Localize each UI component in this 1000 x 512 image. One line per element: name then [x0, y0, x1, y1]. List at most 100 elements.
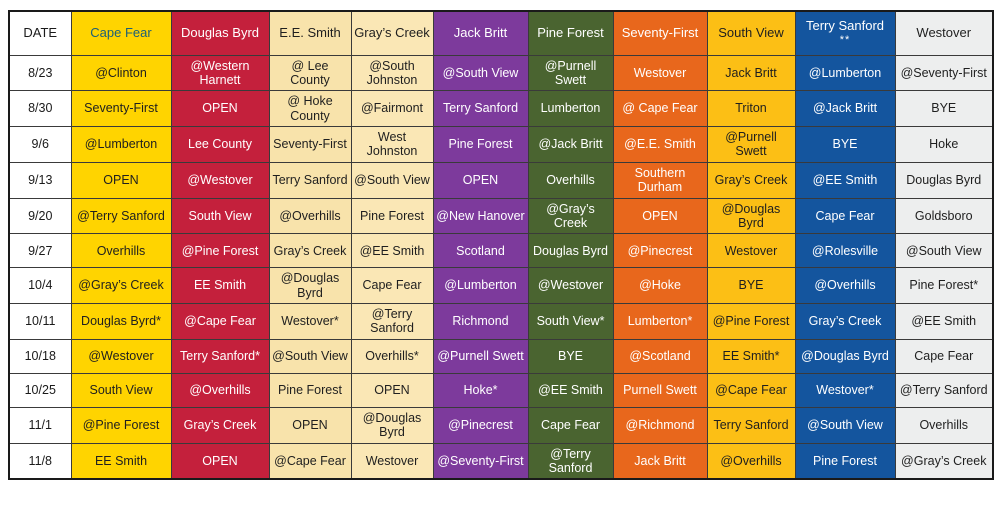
matchup-cell-jackbritt: Richmond [432, 303, 529, 340]
date-cell: 8/23 [8, 54, 72, 92]
matchup-cell-southview: EE Smith* [706, 338, 796, 374]
column-header-grays: Gray’s Creek [350, 10, 434, 56]
matchup-cell-pine: @Jack Britt [527, 126, 614, 163]
matchup-cell-grays: Westover [350, 442, 434, 480]
matchup-cell-seventy: Purnell Swett [612, 372, 708, 408]
matchup-cell-douglas: OPEN [170, 442, 270, 480]
column-header-label: Gray’s Creek [354, 24, 430, 40]
matchup-cell-jackbritt: @South View [432, 54, 529, 92]
date-cell: 9/20 [8, 197, 72, 235]
matchup-cell-douglas: Gray’s Creek [170, 406, 270, 444]
matchup-cell-westover: Goldsboro [894, 197, 994, 235]
matchup-cell-eesmith: @ Hoke County [268, 90, 352, 127]
matchup-cell-westover: @Seventy-First [894, 54, 994, 92]
matchup-cell-eesmith: Terry Sanford [268, 161, 352, 199]
matchup-cell-jackbritt: Hoke* [432, 372, 529, 408]
matchup-cell-southview: @Purnell Swett [706, 126, 796, 163]
column-header-label: South View [718, 24, 784, 40]
table-header-row: DATE Cape Fear Douglas Byrd E.E. Smith Gray’… [8, 10, 994, 56]
date-cell: 8/30 [8, 90, 72, 127]
matchup-cell-southview: @Overhills [706, 442, 796, 480]
matchup-cell-pine: Douglas Byrd [527, 233, 614, 269]
matchup-cell-capefear: Douglas Byrd* [70, 303, 172, 340]
matchup-cell-jackbritt: @Lumberton [432, 267, 529, 304]
matchup-cell-grays: @South Johnston [350, 54, 434, 92]
matchup-cell-westover: @EE Smith [894, 303, 994, 340]
matchup-cell-westover: @Terry Sanford [894, 372, 994, 408]
matchup-cell-southview: Terry Sanford [706, 406, 796, 444]
table-row: 9/27 Overhills @Pine Forest Gray’s Creek @EE… [8, 233, 994, 269]
matchup-cell-westover: Pine Forest* [894, 267, 994, 304]
matchup-cell-douglas: @Western Harnett [170, 54, 270, 92]
matchup-cell-seventy: @Scotland [612, 338, 708, 374]
matchup-cell-grays: @Fairmont [350, 90, 434, 127]
column-header-terry: Terry Sanford ** [794, 10, 896, 56]
column-header-southview: South View [706, 10, 796, 56]
matchup-cell-capefear: @Gray’s Creek [70, 267, 172, 304]
matchup-cell-douglas: Lee County [170, 126, 270, 163]
matchup-cell-pine: @Purnell Swett [527, 54, 614, 92]
matchup-cell-douglas: OPEN [170, 90, 270, 127]
matchup-cell-southview: Westover [706, 233, 796, 269]
matchup-cell-jackbritt: Terry Sanford [432, 90, 529, 127]
matchup-cell-grays: @Douglas Byrd [350, 406, 434, 444]
matchup-cell-pine: Cape Fear [527, 406, 614, 444]
column-header-pine: Pine Forest [527, 10, 614, 56]
table-row: 10/11 Douglas Byrd* @Cape Fear Westover* @Te… [8, 303, 994, 340]
matchup-cell-eesmith: Westover* [268, 303, 352, 340]
matchup-cell-terry: BYE [794, 126, 896, 163]
column-header-seventy: Seventy-First [612, 10, 708, 56]
matchup-cell-capefear: OPEN [70, 161, 172, 199]
column-header-label: Jack Britt [453, 24, 508, 40]
matchup-cell-terry: Pine Forest [794, 442, 896, 480]
matchup-cell-jackbritt: Pine Forest [432, 126, 529, 163]
matchup-cell-terry: @Overhills [794, 267, 896, 304]
column-header-jackbritt: Jack Britt [432, 10, 529, 56]
table-row: 8/23 @Clinton @Western Harnett @ Lee County… [8, 54, 994, 92]
matchup-cell-eesmith: Gray’s Creek [268, 233, 352, 269]
matchup-cell-jackbritt: Scotland [432, 233, 529, 269]
matchup-cell-capefear: @Westover [70, 338, 172, 374]
matchup-cell-eesmith: @Douglas Byrd [268, 267, 352, 304]
matchup-cell-grays: Overhills* [350, 338, 434, 374]
matchup-cell-eesmith: Seventy-First [268, 126, 352, 163]
matchup-cell-capefear: EE Smith [70, 442, 172, 480]
matchup-cell-westover: @Gray’s Creek [894, 442, 994, 480]
column-header-date: DATE [8, 10, 72, 56]
matchup-cell-pine: Lumberton [527, 90, 614, 127]
matchup-cell-douglas: EE Smith [170, 267, 270, 304]
table-row: 10/18 @Westover Terry Sanford* @South View O… [8, 338, 994, 374]
date-cell: 11/8 [8, 442, 72, 480]
schedule-body: DATE Cape Fear Douglas Byrd E.E. Smith Gray’… [8, 10, 994, 480]
matchup-cell-capefear: Seventy-First [70, 90, 172, 127]
column-header-label: DATE [23, 24, 58, 40]
matchup-cell-southview: Triton [706, 90, 796, 127]
matchup-cell-douglas: @Overhills [170, 372, 270, 408]
matchup-cell-grays: Pine Forest [350, 197, 434, 235]
table-row: 10/4 @Gray’s Creek EE Smith @Douglas Byrd Ca… [8, 267, 994, 304]
matchup-cell-southview: @Cape Fear [706, 372, 796, 408]
matchup-cell-grays: OPEN [350, 372, 434, 408]
matchup-cell-grays: @South View [350, 161, 434, 199]
table-row: 11/8 EE Smith OPEN @Cape Fear Westover @Seven… [8, 442, 994, 480]
matchup-cell-pine: @EE Smith [527, 372, 614, 408]
matchup-cell-southview: Jack Britt [706, 54, 796, 92]
matchup-cell-terry: Cape Fear [794, 197, 896, 235]
date-cell: 10/4 [8, 267, 72, 304]
matchup-cell-douglas: @Westover [170, 161, 270, 199]
column-header-label: Douglas Byrd [180, 24, 260, 40]
matchup-cell-capefear: @Pine Forest [70, 406, 172, 444]
table-row: 10/25 South View @Overhills Pine Forest OPEN… [8, 372, 994, 408]
column-header-westover: Westover [894, 10, 994, 56]
matchup-cell-capefear: @Terry Sanford [70, 197, 172, 235]
column-header-label: E.E. Smith [279, 24, 341, 40]
matchup-cell-terry: @Rolesville [794, 233, 896, 269]
matchup-cell-westover: BYE [894, 90, 994, 127]
column-header-label: Pine Forest [537, 24, 604, 40]
matchup-cell-jackbritt: @Pinecrest [432, 406, 529, 444]
matchup-cell-seventy: @E.E. Smith [612, 126, 708, 163]
date-cell: 10/11 [8, 303, 72, 340]
matchup-cell-pine: @Westover [527, 267, 614, 304]
matchup-cell-seventy: Lumberton* [612, 303, 708, 340]
matchup-cell-southview: BYE [706, 267, 796, 304]
